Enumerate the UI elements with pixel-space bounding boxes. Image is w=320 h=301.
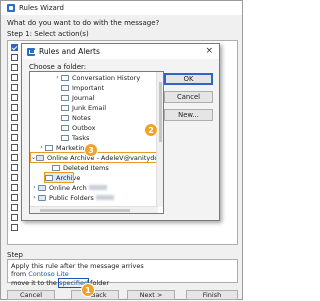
chevron-right-icon[interactable]: › — [38, 144, 45, 151]
wizard-title: Rules Wizard — [19, 4, 64, 12]
action-checkbox[interactable] — [11, 64, 18, 71]
tree-item-label: Online Arch — [49, 183, 87, 192]
tree-item-label: Outbox — [72, 123, 96, 132]
tree-item-label: Journal — [72, 93, 95, 102]
action-checkbox[interactable] — [11, 144, 18, 151]
close-icon[interactable]: × — [205, 46, 213, 56]
archive-mailbox-icon — [38, 184, 46, 191]
action-checkbox[interactable] — [11, 224, 18, 231]
journal-icon — [61, 94, 69, 101]
notes-icon — [61, 114, 69, 121]
tree-item-label: Archive — [56, 173, 81, 182]
tree-item-label: Deleted Items — [63, 163, 109, 172]
description-line-3: move it to the specified folder — [11, 277, 234, 288]
chevron-right-icon[interactable]: › — [31, 184, 38, 191]
dialog-title: Rules and Alerts — [39, 47, 100, 56]
action-checkbox-checked[interactable] — [11, 44, 18, 51]
tree-item-label: Junk Email — [72, 103, 107, 112]
tree-item-archive[interactable]: Archive — [44, 172, 80, 183]
tree-item-journal[interactable]: Journal — [54, 93, 94, 102]
rules-icon — [27, 47, 35, 56]
step2-label: Step — [7, 251, 23, 259]
action-checkbox[interactable] — [11, 54, 18, 61]
callout-badge-2: 2 — [144, 123, 158, 137]
wizard-finish-button[interactable]: Finish — [186, 290, 238, 300]
rules-and-alerts-dialog: Rules and Alerts × Choose a folder: › Co… — [21, 43, 220, 221]
wizard-back-button[interactable]: < Back — [71, 290, 119, 300]
public-folders-icon — [38, 194, 46, 201]
choose-folder-label: Choose a folder: — [29, 63, 87, 71]
tree-item-conversation-history[interactable]: › Conversation History — [54, 73, 140, 82]
description-move-prefix: move it to the — [11, 278, 59, 287]
horizontal-scroll-thumb[interactable] — [40, 209, 130, 212]
trash-icon — [52, 164, 60, 171]
wizard-next-button[interactable]: Next > — [127, 290, 175, 300]
tree-item-deleted-items[interactable]: Deleted Items — [45, 163, 109, 172]
folder-icon — [45, 144, 53, 151]
outbox-icon — [61, 124, 69, 131]
dialog-titlebar: Rules and Alerts × — [22, 44, 219, 59]
tree-item-notes[interactable]: Notes — [54, 113, 91, 122]
tree-item-label: Tasks — [72, 133, 90, 142]
tasks-icon — [61, 134, 69, 141]
action-checkbox[interactable] — [11, 74, 18, 81]
tree-item-label: Conversation History — [72, 73, 141, 82]
tree-item-junk-email[interactable]: Junk Email — [54, 103, 106, 112]
wizard-question: What do you want to do with the message? — [7, 19, 160, 27]
redacted-text — [95, 195, 114, 200]
action-checkbox[interactable] — [11, 194, 18, 201]
vertical-scrollbar[interactable] — [156, 72, 163, 207]
rule-description-box: Apply this rule after the message arrive… — [7, 259, 238, 288]
tree-item-label: Notes — [72, 113, 91, 122]
step1-label: Step 1: Select action(s) — [7, 30, 89, 38]
wizard-button-bar: Cancel < Back Next > Finish — [1, 290, 244, 301]
callout-badge-3: 3 — [84, 143, 98, 157]
redacted-text — [88, 185, 107, 190]
new-folder-button[interactable]: New... — [164, 109, 213, 121]
tree-item-label: Important — [72, 83, 105, 92]
folder-tree[interactable]: › Conversation History Important Journal… — [29, 71, 164, 214]
action-checkbox[interactable] — [11, 134, 18, 141]
chevron-right-icon[interactable]: › — [54, 74, 61, 81]
action-checkbox[interactable] — [11, 184, 18, 191]
dialog-cancel-button[interactable]: Cancel — [164, 91, 213, 103]
tree-item-public-folders[interactable]: › Public Folders — [31, 193, 114, 202]
action-checkbox[interactable] — [11, 124, 18, 131]
action-checkbox[interactable] — [11, 84, 18, 91]
wizard-cancel-button[interactable]: Cancel — [7, 290, 55, 300]
outlook-rules-icon — [7, 4, 15, 12]
folder-icon — [61, 84, 69, 91]
contoso-lite-link[interactable]: Contoso Lite — [28, 270, 69, 278]
action-checkbox[interactable] — [11, 104, 18, 111]
tree-item-label: Online Archive - AdeleV@vanitydom... — [47, 153, 164, 162]
wizard-titlebar: Rules Wizard — [1, 1, 242, 15]
tree-item-label: Public Folders — [49, 193, 94, 202]
horizontal-scrollbar[interactable] — [30, 206, 158, 213]
action-checkbox[interactable] — [11, 174, 18, 181]
tree-item-outbox[interactable]: Outbox — [54, 123, 96, 132]
description-line-2: from Contoso Lite — [11, 270, 234, 278]
archive-mailbox-icon — [36, 154, 45, 161]
archive-folder-icon — [45, 174, 53, 181]
tree-item-important[interactable]: Important — [54, 83, 104, 92]
tree-item-online-archive-2[interactable]: › Online Arch — [31, 183, 107, 192]
action-checkbox[interactable] — [11, 214, 18, 221]
chevron-right-icon[interactable]: › — [31, 194, 38, 201]
action-checkbox[interactable] — [11, 94, 18, 101]
action-checkbox[interactable] — [11, 154, 18, 161]
callout-badge-1: 1 — [81, 283, 95, 297]
ok-button[interactable]: OK — [164, 73, 213, 85]
vertical-scroll-thumb[interactable] — [159, 82, 162, 142]
folder-icon — [61, 74, 69, 81]
tree-item-marketing[interactable]: › Marketing — [38, 143, 88, 152]
tree-item-tasks[interactable]: Tasks — [54, 133, 89, 142]
description-line-1: Apply this rule after the message arrive… — [11, 262, 144, 270]
action-checkbox[interactable] — [11, 204, 18, 211]
junk-mail-icon — [61, 104, 69, 111]
description-from-prefix: from — [11, 270, 29, 279]
action-checkbox[interactable] — [11, 114, 18, 121]
action-checkbox[interactable] — [11, 164, 18, 171]
